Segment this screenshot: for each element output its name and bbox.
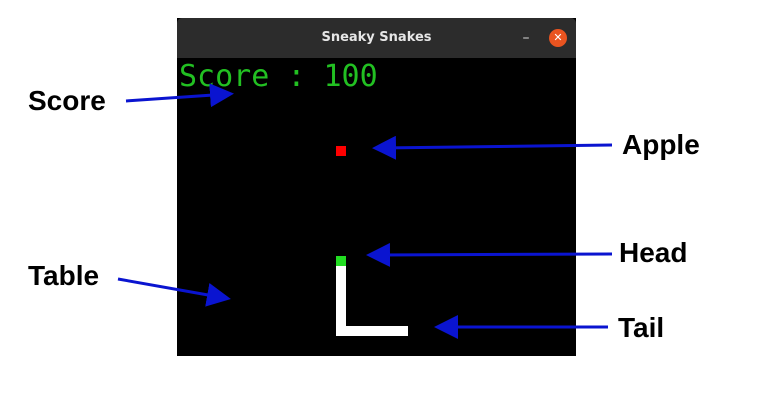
tail-annotation-label: Tail — [618, 312, 665, 343]
apple — [336, 146, 346, 156]
game-table[interactable]: Score : 100 — [177, 58, 576, 356]
snake-tail-horizontal — [336, 326, 408, 336]
minimize-button[interactable]: – — [520, 31, 532, 45]
score-annotation-label: Score — [28, 85, 106, 116]
score-display: Score : 100 — [179, 59, 378, 94]
head-annotation-label: Head — [619, 237, 688, 268]
snake-head — [336, 256, 346, 266]
close-button[interactable]: ✕ — [549, 29, 567, 47]
window-titlebar[interactable]: Sneaky Snakes – ✕ — [177, 18, 576, 58]
table-annotation-label: Table — [28, 260, 100, 291]
snake-tail-vertical — [336, 266, 346, 328]
window-title: Sneaky Snakes — [321, 30, 432, 45]
game-window: Sneaky Snakes – ✕ Score : 100 — [177, 18, 576, 356]
apple-annotation-label: Apple — [622, 129, 700, 160]
